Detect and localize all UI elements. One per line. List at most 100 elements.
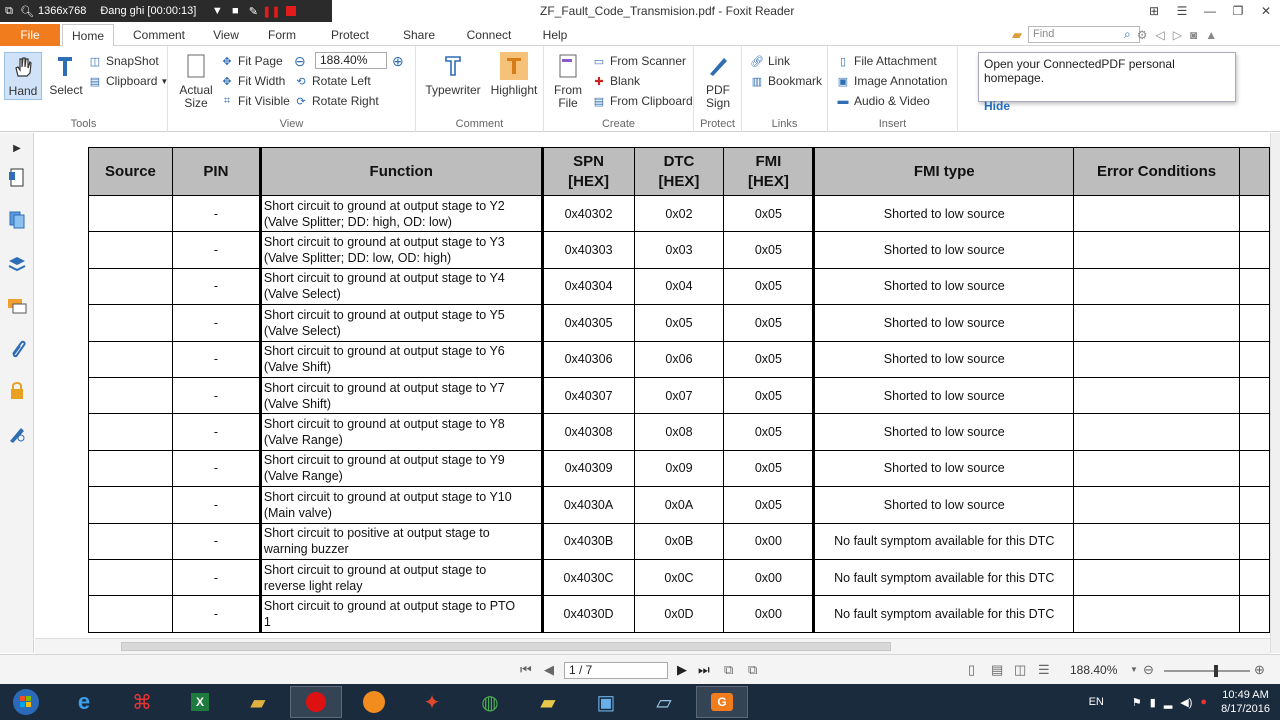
foxit-reader-taskbar-icon[interactable]: G	[696, 686, 748, 718]
image-annotation-button[interactable]: ▣ Image Annotation	[836, 72, 948, 90]
bookmark-button[interactable]: ▥ Bookmark	[750, 72, 822, 90]
hand-button[interactable]: Hand	[4, 52, 42, 100]
page-thumbnail-icon[interactable]	[6, 167, 28, 189]
from-scanner-button[interactable]: ▭ From Scanner	[592, 52, 686, 70]
continuous-facing-icon[interactable]: ☰	[1038, 662, 1050, 678]
signature-icon[interactable]	[6, 423, 28, 445]
close-button[interactable]: ✕	[1252, 0, 1280, 22]
tab-share[interactable]: Share	[398, 24, 440, 46]
feature-icon[interactable]: ☰	[1168, 0, 1196, 22]
vertical-scrollbar[interactable]	[1270, 133, 1280, 653]
from-clipboard-button[interactable]: ▤ From Clipboard	[592, 92, 693, 110]
stop-recording-icon[interactable]	[286, 6, 297, 16]
fit-visible-button[interactable]: ⌗ Fit Visible	[220, 92, 290, 110]
rotate-right-button[interactable]: ⟳ Rotate Right	[294, 92, 378, 110]
zoom-out-icon[interactable]: ⊖	[1143, 662, 1154, 678]
tab-form[interactable]: Form	[262, 24, 302, 46]
attachments-icon[interactable]	[6, 337, 28, 359]
fit-page-button[interactable]: ✥ Fit Page	[220, 52, 282, 70]
tool-app-icon[interactable]: ✦	[406, 686, 458, 718]
pdf-app-icon[interactable]: ⌘	[116, 686, 168, 718]
file-attachment-button[interactable]: ▯ File Attachment	[836, 52, 937, 70]
start-button[interactable]	[0, 686, 52, 718]
language-indicator[interactable]: EN	[1089, 696, 1104, 708]
tab-file[interactable]: File	[0, 24, 60, 46]
internet-explorer-icon[interactable]: e	[58, 686, 110, 718]
page-number-input[interactable]: 1 / 7	[564, 662, 668, 679]
minimize-button[interactable]: —	[1196, 0, 1224, 22]
comments-icon[interactable]	[6, 295, 28, 317]
clipboard-button[interactable]: ▤ Clipboard ▼	[88, 72, 169, 90]
expand-panel-icon[interactable]: ▶	[6, 137, 28, 159]
zoom-in-icon[interactable]: ⊕	[1254, 662, 1265, 678]
dropdown-icon[interactable]: ▼	[208, 0, 226, 22]
lock-icon[interactable]	[6, 379, 28, 401]
zoom-slider-knob[interactable]	[1214, 665, 1218, 677]
document-view[interactable]: Source PIN Function SPN [HEX] DTC [HEX] FM…	[35, 133, 1270, 638]
link-button[interactable]: 🔗︎ Link	[750, 52, 790, 70]
zoom-select[interactable]: 188.40%	[315, 52, 387, 69]
reflow-icon[interactable]: ⧉	[724, 662, 733, 678]
zoom-slider[interactable]	[1164, 665, 1250, 677]
layout-icon[interactable]: ⊞	[1140, 0, 1168, 22]
typewriter-button[interactable]: Typewriter	[422, 52, 484, 97]
tab-help[interactable]: Help	[538, 24, 572, 46]
camera-icon[interactable]: ■	[226, 0, 244, 22]
snapshot-button[interactable]: ◫ SnapShot	[88, 52, 159, 70]
excel-icon[interactable]: X	[174, 686, 226, 718]
user-icon[interactable]: ◙	[1190, 28, 1197, 42]
from-file-button[interactable]: From File	[546, 52, 590, 110]
firefox-icon[interactable]	[348, 686, 400, 718]
pdf-sign-button[interactable]: PDF Sign	[696, 52, 740, 110]
horizontal-scroll-thumb[interactable]	[121, 642, 891, 651]
last-page-icon[interactable]: ⏭	[698, 662, 710, 678]
notes-app-icon[interactable]: ▱	[638, 686, 690, 718]
clock[interactable]: 10:49 AM 8/17/2016	[1221, 688, 1270, 716]
status-zoom-value[interactable]: 188.40%	[1070, 663, 1117, 677]
first-page-icon[interactable]: ⏮	[520, 662, 532, 678]
facing-page-icon[interactable]: ◫	[1014, 662, 1026, 678]
single-page-icon[interactable]: ▯	[968, 662, 975, 678]
prev-page-icon[interactable]: ◀	[544, 662, 554, 678]
volume-icon[interactable]: ◀)	[1180, 696, 1192, 709]
next-page-icon[interactable]: ▶	[677, 662, 687, 678]
gear-icon[interactable]: ⚙	[1137, 28, 1148, 42]
audio-video-button[interactable]: ▬ Audio & Video	[836, 92, 930, 110]
fit-width-button[interactable]: ✥ Fit Width	[220, 72, 285, 90]
pen-icon[interactable]: ✎	[244, 0, 262, 22]
highlight-button[interactable]: Highlight	[488, 52, 540, 97]
maximize-button[interactable]: ❐	[1224, 0, 1252, 22]
zoom-in-icon[interactable]: ⊕	[392, 52, 404, 70]
network-icon[interactable]: ▮	[1150, 696, 1156, 709]
horizontal-scrollbar[interactable]	[35, 638, 1270, 654]
globe-icon[interactable]: ◍	[464, 686, 516, 718]
zoom-out-icon[interactable]: ⊖	[294, 52, 306, 70]
tab-home[interactable]: Home	[62, 24, 114, 47]
continuous-page-icon[interactable]: ▤	[991, 662, 1003, 678]
tab-protect[interactable]: Protect	[326, 24, 374, 46]
folder-icon[interactable]: ▰	[1012, 27, 1022, 43]
tab-comment[interactable]: Comment	[130, 24, 188, 46]
signal-icon[interactable]: ▂	[1164, 696, 1172, 709]
back-icon[interactable]: ◁	[1156, 28, 1165, 42]
pages-icon[interactable]	[6, 209, 28, 231]
zoom-dropdown-icon[interactable]: ▼	[1130, 665, 1138, 674]
remote-desktop-icon[interactable]: ▣	[580, 686, 632, 718]
collapse-ribbon-icon[interactable]: ▲	[1205, 28, 1217, 42]
zoom-icon[interactable]: 🔍︎	[18, 0, 36, 22]
actual-size-button[interactable]: Actual Size	[174, 52, 218, 110]
antivirus-icon[interactable]: ●	[1200, 696, 1207, 708]
search-icon[interactable]: ⌕	[1124, 27, 1131, 42]
recorder-window-icon[interactable]: ⧉	[0, 0, 18, 22]
forward-icon[interactable]: ▷	[1173, 28, 1182, 42]
tab-view[interactable]: View	[206, 24, 246, 46]
layers-icon[interactable]	[6, 253, 28, 275]
folder-app-icon[interactable]: ▰	[522, 686, 574, 718]
select-button[interactable]: Select	[44, 52, 88, 97]
rotate-left-button[interactable]: ⟲ Rotate Left	[294, 72, 370, 90]
pause-icon[interactable]: ❚❚	[262, 0, 280, 22]
blank-button[interactable]: ✚ Blank	[592, 72, 640, 90]
popup-hide-link[interactable]: Hide	[984, 99, 1230, 113]
file-explorer-icon[interactable]: ▰	[232, 686, 284, 718]
export-icon[interactable]: ⧉	[748, 662, 757, 678]
